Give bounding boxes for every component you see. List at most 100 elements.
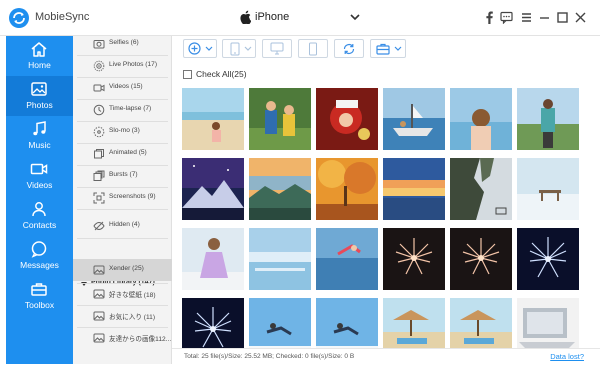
album-bursts[interactable]: Bursts (7) [73,165,172,187]
photo-image [517,88,579,150]
sidebar-item-label: Messages [20,260,59,270]
photo-image [182,158,244,220]
menu-icon[interactable] [520,11,533,24]
export-to-pc-button[interactable] [262,39,292,58]
photo-thumbnail[interactable] [249,298,311,348]
photo-thumbnail[interactable] [383,228,445,290]
facebook-icon[interactable] [483,11,496,24]
photo-thumbnail[interactable] [316,158,378,220]
maximize-icon[interactable] [556,11,569,24]
photo-thumbnail[interactable] [182,298,244,348]
data-lost-link[interactable]: Data lost? [550,352,584,361]
photo-image [383,158,445,220]
album-animated[interactable]: Animated (5) [73,143,172,165]
photo-image [383,298,445,348]
photo-image [249,158,311,220]
photo-image [182,228,244,290]
album-time-lapse[interactable]: Time-lapse (7) [73,99,172,121]
album-favorites[interactable]: お気に入り (11) [73,305,172,327]
toolbox-dropdown-icon [376,43,390,55]
check-all-checkbox[interactable]: Check All(25) [183,69,263,81]
sidebar-item-messages[interactable]: Messages [6,236,73,276]
status-text: Total: 25 file(s)/Size: 25.52 MB; Checke… [184,353,355,360]
sidebar-item-photos[interactable]: Photos [6,76,73,116]
photo-image [383,228,445,290]
photo-thumbnail[interactable] [517,228,579,290]
photo-thumbnail[interactable] [316,228,378,290]
photo-thumbnail[interactable] [450,228,512,290]
add-button[interactable] [183,39,217,58]
album-slo-mo[interactable]: Slo-mo (3) [73,121,172,143]
selfie-icon [93,40,105,49]
album-xender[interactable]: Xender (25) [73,259,172,281]
export-to-device-icon [230,42,240,56]
delete-button[interactable] [298,39,328,58]
album-label: Live Photos (17) [109,61,158,68]
album-label: 友達からの画像112... [109,336,172,343]
sidebar-item-label: Home [28,60,51,70]
photo-thumbnail[interactable] [316,88,378,150]
device-selector[interactable]: iPhone [230,7,362,29]
chevron-down-icon [244,46,252,51]
sidebar-item-videos[interactable]: Videos [6,156,73,196]
album-live-photos[interactable]: Live Photos (17) [73,55,172,77]
minimize-icon[interactable] [538,11,551,24]
photo-image [316,158,378,220]
toolbox-dropdown-button[interactable] [370,39,406,58]
export-to-device-button[interactable] [222,39,256,58]
photo-thumbnail[interactable] [182,158,244,220]
photo-thumbnail[interactable] [182,228,244,290]
album-panel: Selfies (6) Live Photos (17) Videos (15)… [73,36,172,364]
messages-icon [31,241,47,258]
album-selfies[interactable]: Selfies (6) [73,33,172,55]
photo-image [182,298,244,348]
sidebar-item-home[interactable]: Home [6,36,73,76]
photo-image [517,158,579,220]
refresh-button[interactable] [334,39,364,58]
album-label: 好きな壁紙 (18) [109,292,156,299]
close-icon[interactable] [574,11,587,24]
photos-icon [31,82,47,96]
photo-thumbnail[interactable] [182,88,244,150]
photo-thumbnail[interactable] [517,88,579,150]
photo-thumbnail[interactable] [383,158,445,220]
photo-thumbnail[interactable] [517,298,579,348]
animated-icon [94,149,104,159]
sidebar-item-label: Music [28,140,51,150]
photo-thumbnail[interactable] [517,158,579,220]
photo-image [450,298,512,348]
photo-image [249,88,311,150]
photo-image [316,298,378,348]
chat-icon[interactable] [500,11,513,24]
photo-thumbnail[interactable] [383,298,445,348]
photo-image [182,88,244,150]
sidebar-item-contacts[interactable]: Contacts [6,196,73,236]
sidebar-item-toolbox[interactable]: Toolbox [6,276,73,316]
photo-image [517,298,579,348]
photo-thumbnail[interactable] [249,88,311,150]
timelapse-icon [93,104,105,116]
album-friends-images[interactable]: 友達からの画像112... [73,327,172,349]
photo-thumbnail[interactable] [450,158,512,220]
export-to-pc-icon [270,42,284,55]
photo-image [249,298,311,348]
photo-thumbnail[interactable] [450,88,512,150]
album-label: Bursts (7) [109,171,138,178]
photo-thumbnail[interactable] [249,228,311,290]
album-label: Slo-mo (3) [109,127,140,134]
photo-thumbnail[interactable] [249,158,311,220]
chevron-down-icon [394,46,402,51]
photo-thumbnail[interactable] [383,88,445,150]
album-hidden[interactable]: Hidden (4) [73,215,172,237]
sidebar-item-music[interactable]: Music [6,116,73,156]
sidebar-item-label: Photos [26,100,53,110]
photo-thumbnail[interactable] [450,298,512,348]
photo-thumbnail[interactable] [316,298,378,348]
album-favorite-wallpapers[interactable]: 好きな壁紙 (18) [73,283,172,305]
album-videos[interactable]: Videos (15) [73,77,172,99]
chevron-down-icon [205,46,213,51]
album-screenshots[interactable]: Screenshots (9) [73,187,172,209]
app-name: MobieSync [35,11,90,23]
device-name: iPhone [255,11,290,23]
photo-image [383,88,445,150]
